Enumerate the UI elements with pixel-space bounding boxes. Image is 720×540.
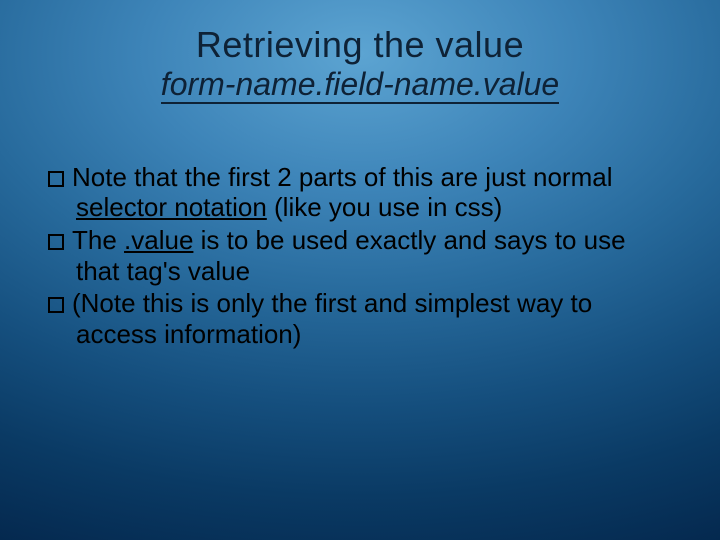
subtitle-wrap: form-name.field-name.value bbox=[40, 68, 680, 104]
slide-subtitle: form-name.field-name.value bbox=[161, 68, 559, 104]
bullet-item: The .value is to be used exactly and say… bbox=[48, 225, 672, 286]
bullet-text: The bbox=[72, 225, 124, 255]
bullet-text: Note that the first 2 parts of this are … bbox=[72, 162, 612, 192]
bullet-item: (Note this is only the first and simples… bbox=[48, 288, 672, 349]
square-bullet-icon bbox=[48, 171, 64, 187]
bullet-text: (like you use in css) bbox=[267, 192, 503, 222]
square-bullet-icon bbox=[48, 234, 64, 250]
bullet-underline: selector notation bbox=[76, 192, 267, 222]
slide: Retrieving the value form-name.field-nam… bbox=[0, 0, 720, 540]
square-bullet-icon bbox=[48, 297, 64, 313]
slide-title: Retrieving the value bbox=[40, 24, 680, 66]
slide-body: Note that the first 2 parts of this are … bbox=[40, 162, 680, 350]
bullet-text: (Note this is only the first and simples… bbox=[72, 288, 592, 349]
bullet-underline: .value bbox=[124, 225, 193, 255]
bullet-item: Note that the first 2 parts of this are … bbox=[48, 162, 672, 223]
